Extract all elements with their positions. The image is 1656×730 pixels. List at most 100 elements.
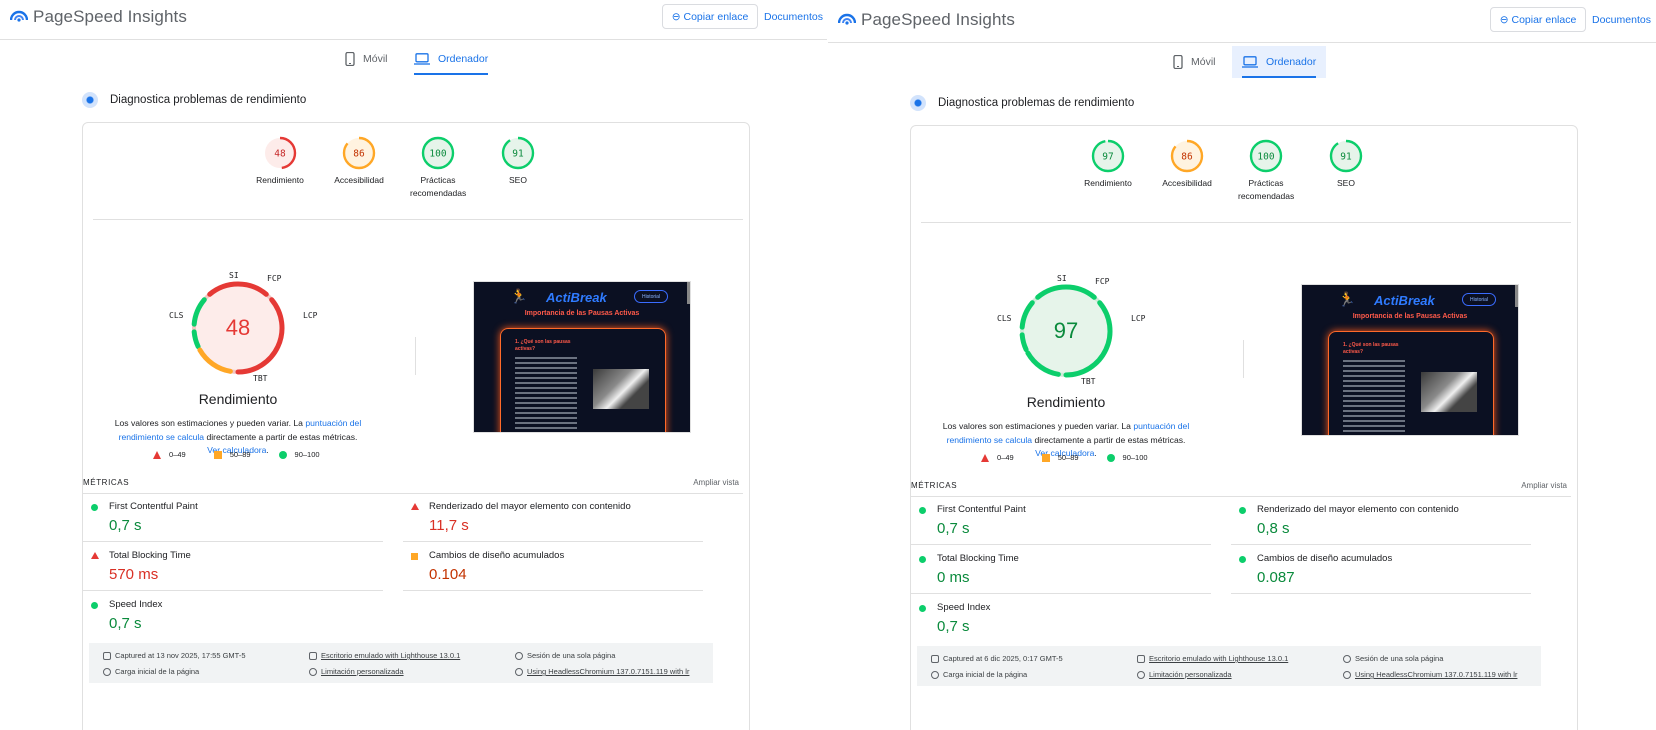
- throttle-info[interactable]: Limitación personalizada: [309, 667, 404, 676]
- metric-name: First Contentful Paint: [937, 504, 1026, 515]
- gauge-performance-label: Rendimiento: [256, 175, 304, 185]
- metric-fcp: First Contentful Paint 0,7 s: [911, 497, 1211, 545]
- throttle-text: Limitación personalizada: [321, 667, 404, 676]
- diagnostic-icon: [82, 92, 98, 108]
- emulated-info[interactable]: Escritorio emulado with Lighthouse 13.0.…: [309, 651, 460, 660]
- gauge-performance[interactable]: 97 Rendimiento: [1063, 139, 1153, 190]
- si-label: SI: [229, 271, 239, 280]
- performance-big-score: 48: [225, 315, 251, 340]
- diagnostic-title: Diagnostica problemas de rendimiento: [938, 97, 1135, 109]
- expand-view-toggle[interactable]: Ampliar vista: [1521, 481, 1567, 490]
- copy-link-button[interactable]: ⊖ Copiar enlace: [662, 4, 758, 29]
- score-legend: 0–49 50–89 90–100: [153, 450, 320, 459]
- pagespeed-logo-icon: [838, 13, 856, 25]
- metric-value: 0,8 s: [1257, 520, 1290, 537]
- expand-view-toggle[interactable]: Ampliar vista: [693, 478, 739, 487]
- performance-big-title: Rendimiento: [198, 391, 278, 407]
- metric-divider: [83, 541, 383, 542]
- cls-label: CLS: [169, 311, 184, 320]
- screenshot-content-box: 1. ¿Qué son las pausas activas?: [500, 328, 666, 432]
- gauge-best-practices[interactable]: 100 Prácticas recomendadas: [393, 136, 483, 200]
- gauge-best-practices-ring: 100: [421, 136, 455, 170]
- screenshot-brand: ActiBreak: [546, 290, 607, 305]
- load-text: Carga inicial de la página: [943, 670, 1028, 679]
- throttle-info[interactable]: Limitación personalizada: [1137, 670, 1232, 679]
- gauge-best-practices-value: 100: [429, 149, 446, 160]
- tab-desktop-label: Ordenador: [438, 53, 489, 65]
- load-info: Carga inicial de la página: [103, 667, 199, 676]
- legend-avg-label: 50–89: [229, 450, 251, 459]
- square-icon: [213, 450, 222, 459]
- gauge-accessibility-label: Accesibilidad: [334, 175, 384, 185]
- gauges-divider: [93, 219, 743, 220]
- square-icon: [411, 553, 418, 560]
- gauge-performance-label: Rendimiento: [1084, 178, 1132, 188]
- metrics-header: MÉTRICAS Ampliar vista: [83, 478, 749, 492]
- gauge-best-practices[interactable]: 100 Prácticas recomendadas: [1221, 139, 1311, 203]
- note-text-1: Los valores son estimaciones y pueden va…: [942, 421, 1134, 431]
- pagespeed-logo-icon: [10, 10, 28, 22]
- gauge-best-practices-ring: 100: [1249, 139, 1283, 173]
- wifi-icon: [1137, 670, 1145, 679]
- device-tabs: Móvil Ordenador: [0, 43, 828, 75]
- tab-desktop-label: Ordenador: [1266, 56, 1317, 68]
- session-text: Sesión de una sola página: [1355, 654, 1444, 663]
- gauge-accessibility-ring: 86: [342, 136, 376, 170]
- browser-icon: [515, 667, 523, 676]
- gauge-performance-value: 97: [1102, 152, 1113, 163]
- browser-icon: [1343, 670, 1351, 679]
- copy-link-button[interactable]: ⊖ Copiar enlace: [1490, 7, 1586, 32]
- score-legend: 0–49 50–89 90–100: [981, 453, 1148, 462]
- docs-link[interactable]: Documentos: [1592, 14, 1651, 26]
- emulated-text: Escritorio emulado with Lighthouse 13.0.…: [321, 651, 461, 660]
- vertical-divider: [415, 337, 416, 375]
- captured-text: Captured at 6 dic 2025, 0:17 GMT-5: [943, 654, 1063, 663]
- gauge-seo[interactable]: 91 SEO: [473, 136, 563, 187]
- metric-cls: Cambios de diseño acumulados 0.104: [403, 543, 703, 591]
- emulated-info[interactable]: Escritorio emulado with Lighthouse 13.0.…: [1137, 654, 1288, 663]
- gauge-accessibility[interactable]: 86 Accesibilidad: [314, 136, 404, 187]
- note-text-1: Los valores son estimaciones y pueden va…: [114, 418, 306, 428]
- legend-bad-label: 0–49: [997, 453, 1014, 462]
- tab-mobile[interactable]: Móvil: [335, 43, 398, 75]
- gauge-accessibility[interactable]: 86 Accesibilidad: [1142, 139, 1232, 190]
- captured-info: Captured at 13 nov 2025, 17:55 GMT-5: [103, 651, 246, 660]
- tbt-label: TBT: [1081, 377, 1096, 386]
- screenshot-scrollbar: [1515, 285, 1518, 307]
- metrics-title: MÉTRICAS: [911, 481, 958, 490]
- tab-desktop[interactable]: Ordenador: [404, 43, 498, 75]
- metric-si: Speed Index 0,7 s: [911, 595, 1211, 643]
- tab-desktop[interactable]: Ordenador: [1232, 46, 1327, 78]
- gauge-seo[interactable]: 91 SEO: [1301, 139, 1391, 190]
- runner-icon: 🏃: [510, 288, 528, 304]
- laptop-icon: [1242, 56, 1258, 68]
- diagnostic-icon: [910, 95, 926, 111]
- session-icon: [1343, 654, 1351, 663]
- docs-link[interactable]: Documentos: [764, 11, 823, 23]
- legend-good: 90–100: [278, 450, 320, 459]
- legend-bad: 0–49: [981, 453, 1014, 462]
- link-icon: ⊖: [671, 10, 681, 23]
- legend-good-label: 90–100: [1122, 453, 1148, 462]
- diagnostic-title: Diagnostica problemas de rendimiento: [110, 94, 307, 106]
- runtime-settings: Captured at 13 nov 2025, 17:55 GMT-5 Car…: [89, 643, 713, 683]
- captured-info: Captured at 6 dic 2025, 0:17 GMT-5: [931, 654, 1063, 663]
- performance-big-score: 97: [1053, 318, 1079, 343]
- phone-icon: [1173, 55, 1183, 69]
- triangle-icon: [153, 450, 161, 459]
- load-text: Carga inicial de la página: [115, 667, 200, 676]
- report-card: 48 Rendimiento 86 Accesibilidad 100 Prác…: [82, 122, 750, 730]
- screenshot-photo: [1421, 372, 1477, 412]
- browser-info[interactable]: Using HeadlessChromium 137.0.7151.119 wi…: [1343, 670, 1517, 679]
- tab-mobile[interactable]: Móvil: [1163, 46, 1226, 78]
- metric-value: 0,7 s: [109, 615, 142, 632]
- circle-icon: [919, 507, 926, 514]
- app-title: PageSpeed Insights: [33, 7, 187, 26]
- report-card: 97 Rendimiento 86 Accesibilidad 100 Prác…: [910, 125, 1578, 730]
- timer-icon: [103, 667, 111, 676]
- timer-icon: [931, 670, 939, 679]
- browser-info[interactable]: Using HeadlessChromium 137.0.7151.119 wi…: [515, 667, 689, 676]
- gauge-performance-ring: 48: [263, 136, 297, 170]
- metric-name: Cambios de diseño acumulados: [1257, 553, 1393, 564]
- gauge-performance[interactable]: 48 Rendimiento: [235, 136, 325, 187]
